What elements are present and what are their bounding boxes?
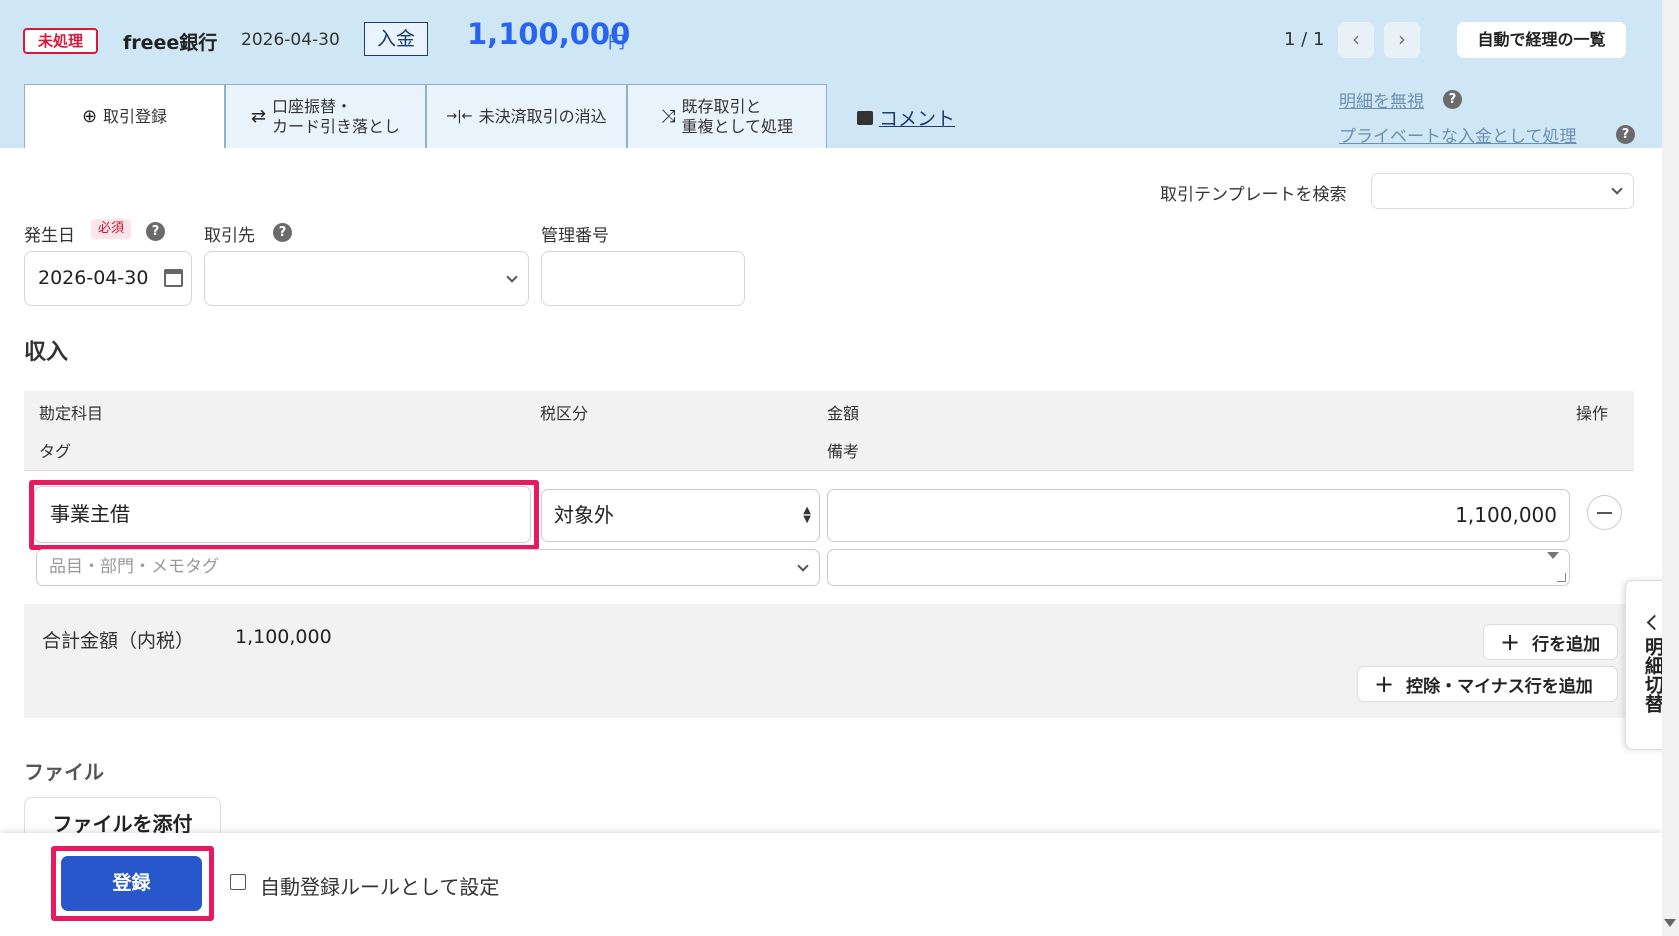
header-tax: 税区分 bbox=[540, 404, 589, 423]
total-label: 合計金額（内税） bbox=[42, 630, 195, 652]
help-icon[interactable]: ? bbox=[146, 222, 165, 241]
tab-label: 取引登録 bbox=[103, 106, 168, 126]
transfer-icon: ⇄ bbox=[250, 106, 267, 127]
amount-input[interactable]: 1,100,000 bbox=[827, 489, 1570, 542]
table-header: 勘定科目 税区分 金額 操作 タグ 備考 bbox=[24, 391, 1634, 471]
tab-reconcile[interactable]: →|← 未決済取引の消込 bbox=[426, 84, 627, 148]
deal-registration-page: 未処理 freee銀行 2026-04-30 入金 1,100,000 円 1 … bbox=[0, 0, 1679, 936]
chevron-left-icon: ‹ bbox=[1352, 27, 1360, 51]
comment-icon bbox=[857, 110, 873, 125]
help-icon[interactable]: ? bbox=[273, 223, 292, 242]
plus-icon: + bbox=[1374, 670, 1395, 698]
header-memo: 備考 bbox=[827, 442, 860, 461]
add-row-label: 行を追加 bbox=[1532, 634, 1601, 655]
pager-count: 1 / 1 bbox=[1284, 29, 1325, 50]
help-icon[interactable]: ? bbox=[1616, 125, 1635, 144]
section-title: 収入 bbox=[24, 340, 69, 365]
add-deduction-row-button[interactable]: + 控除・マイナス行を追加 bbox=[1357, 666, 1618, 702]
header-tag: タグ bbox=[39, 442, 72, 461]
add-deduction-label: 控除・マイナス行を追加 bbox=[1406, 676, 1593, 697]
transaction-amount: 1,100,000 bbox=[467, 17, 631, 51]
date-value: 2026-04-30 bbox=[38, 267, 149, 289]
bank-name: freee銀行 bbox=[123, 32, 218, 54]
help-icon[interactable]: ? bbox=[1443, 90, 1462, 109]
tab-deal-registration[interactable]: ⊕ 取引登録 bbox=[24, 84, 225, 148]
tax-select[interactable]: 対象外 ▲ ▼ bbox=[541, 489, 820, 542]
tax-value: 対象外 bbox=[554, 503, 614, 527]
total-area: 合計金額（内税） 1,100,000 + 行を追加 + 控除・マイナス行を追加 bbox=[24, 604, 1634, 718]
footer-bar: 登録 自動登録ルールとして設定 bbox=[0, 833, 1662, 936]
total-value: 1,100,000 bbox=[235, 626, 332, 648]
mgmt-number-label: 管理番号 bbox=[541, 226, 609, 246]
tag-select[interactable]: 品目・部門・メモタグ bbox=[36, 549, 820, 586]
required-badge: 必須 bbox=[91, 219, 131, 239]
remove-row-button[interactable] bbox=[1587, 495, 1622, 530]
tab-transfer[interactable]: ⇄ 口座振替・ カード引き落とし bbox=[225, 84, 426, 148]
status-badge: 未処理 bbox=[23, 28, 98, 54]
chevron-down-icon bbox=[506, 270, 518, 283]
duplicate-icon: ⤨ bbox=[661, 106, 676, 127]
add-row-button[interactable]: + 行を追加 bbox=[1483, 624, 1618, 660]
mgmt-number-input[interactable] bbox=[541, 251, 745, 306]
transaction-type-badge: 入金 bbox=[364, 22, 428, 56]
tab-duplicate[interactable]: ⤨ 既存取引と 重複として処理 bbox=[627, 84, 827, 148]
scrollbar[interactable] bbox=[1662, 0, 1679, 936]
scroll-down-icon[interactable] bbox=[1664, 919, 1676, 927]
currency-unit: 円 bbox=[608, 33, 625, 53]
partner-select[interactable] bbox=[204, 251, 529, 306]
header-action: 操作 bbox=[1576, 404, 1609, 423]
tab-label: 口座振替・ カード引き落とし bbox=[272, 96, 401, 136]
amount-value: 1,100,000 bbox=[1455, 503, 1557, 527]
chevron-right-icon: › bbox=[1398, 27, 1406, 51]
files-title: ファイル bbox=[24, 760, 104, 784]
auto-rule-label[interactable]: 自動登録ルールとして設定 bbox=[260, 871, 499, 900]
transaction-date: 2026-04-30 bbox=[241, 30, 340, 50]
tab-label: 未決済取引の消込 bbox=[478, 106, 607, 126]
auto-list-button[interactable]: 自動で経理の一覧 bbox=[1457, 22, 1626, 58]
tag-placeholder: 品目・部門・メモタグ bbox=[49, 557, 219, 577]
tab-label: 既存取引と 重複として処理 bbox=[681, 96, 793, 136]
chevron-down-icon bbox=[1611, 183, 1623, 195]
resize-handle-icon[interactable] bbox=[1557, 573, 1566, 582]
merge-icon: →|← bbox=[446, 109, 473, 124]
prev-button[interactable]: ‹ bbox=[1338, 22, 1374, 58]
auto-rule-checkbox[interactable] bbox=[230, 874, 246, 890]
chevron-left-icon bbox=[1646, 614, 1663, 631]
register-button[interactable]: 登録 bbox=[61, 856, 202, 911]
header-account: 勘定科目 bbox=[39, 404, 104, 423]
account-input[interactable]: 事業主借 bbox=[34, 486, 531, 543]
template-search-label: 取引テンプレートを検索 bbox=[1160, 185, 1347, 205]
updown-icon: ▲ ▼ bbox=[803, 505, 811, 525]
comment-label: コメント bbox=[879, 108, 956, 130]
plus-icon: + bbox=[1500, 628, 1521, 656]
date-label: 発生日 bbox=[24, 226, 75, 246]
calendar-icon[interactable] bbox=[164, 269, 183, 287]
comment-tab[interactable]: コメント bbox=[857, 104, 955, 131]
transaction-header: 未処理 freee銀行 2026-04-30 入金 1,100,000 円 1 … bbox=[0, 0, 1679, 148]
ignore-statement-link[interactable]: 明細を無視 bbox=[1339, 87, 1424, 112]
next-button[interactable]: › bbox=[1384, 22, 1420, 58]
date-input[interactable]: 2026-04-30 bbox=[24, 251, 192, 306]
template-search-select[interactable] bbox=[1371, 173, 1634, 209]
expand-icon[interactable] bbox=[1547, 552, 1559, 559]
chevron-down-icon bbox=[797, 559, 809, 572]
plus-circle-icon: ⊕ bbox=[81, 106, 98, 127]
account-value: 事業主借 bbox=[50, 502, 130, 526]
memo-input[interactable] bbox=[827, 549, 1570, 586]
statement-switch-label: 明細切替 bbox=[1642, 637, 1664, 713]
header-amount: 金額 bbox=[827, 404, 860, 423]
partner-label: 取引先 bbox=[204, 226, 255, 246]
private-deposit-link[interactable]: プライベートな入金として処理 bbox=[1339, 122, 1577, 147]
